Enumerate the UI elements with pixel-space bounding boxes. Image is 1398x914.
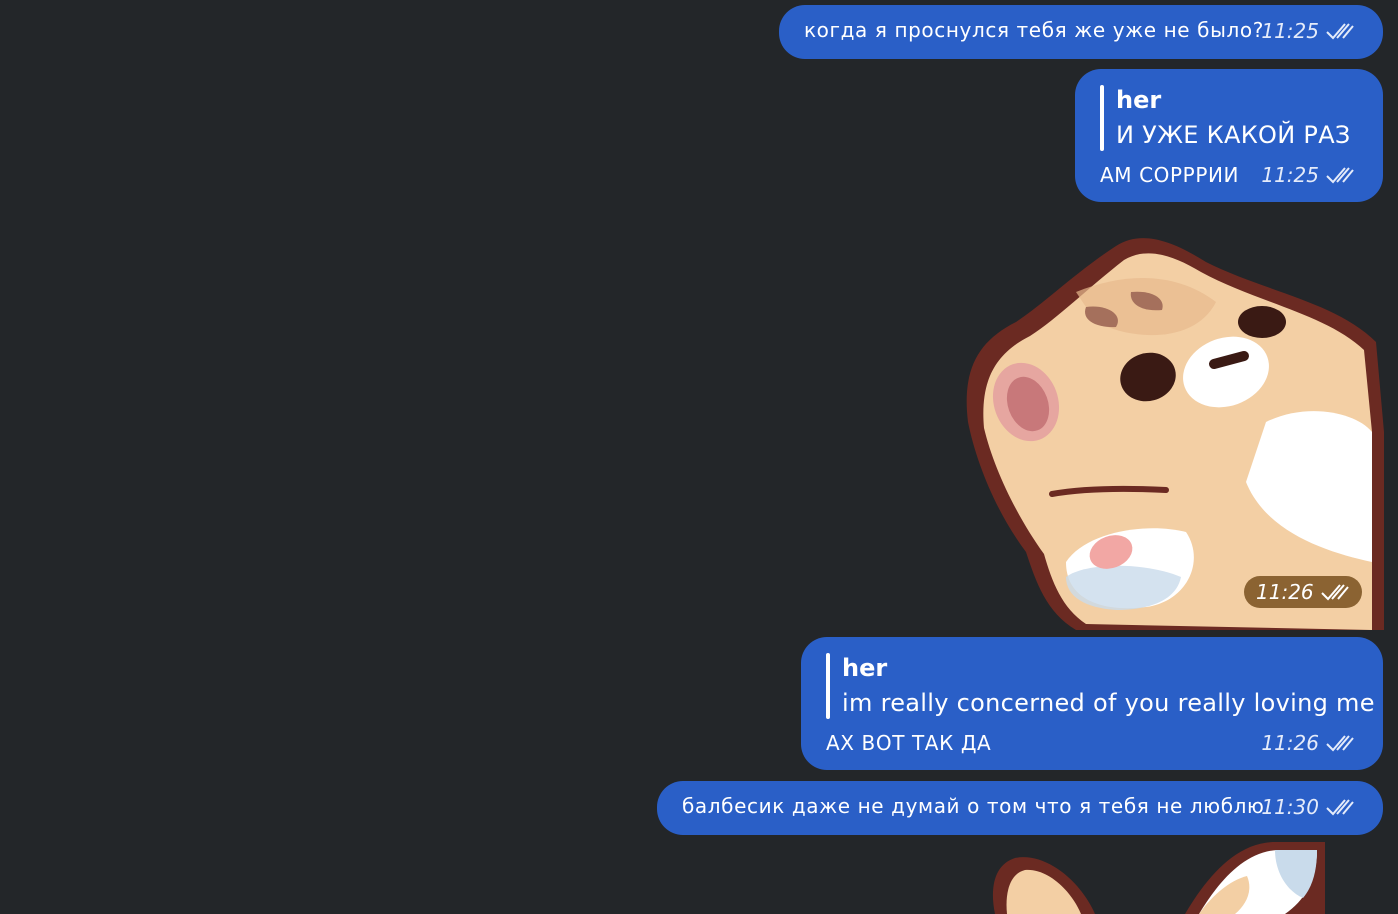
outgoing-message[interactable]: her И УЖЕ КАКОЙ РАЗ АМ СОРРРИИ 11:25 (1075, 69, 1383, 202)
message-meta: 11:25 (1261, 19, 1355, 43)
double-check-icon (1325, 165, 1355, 185)
chat-history: когда я проснулся тебя же уже не было? 1… (0, 0, 1398, 914)
outgoing-message[interactable]: her im really concerned of you really lo… (801, 637, 1383, 770)
double-check-icon (1320, 582, 1350, 602)
message-time: 11:30 (1261, 795, 1319, 819)
double-check-icon (1325, 21, 1355, 41)
reply-bar (1100, 85, 1104, 151)
reply-bar (826, 653, 830, 719)
message-meta: 11:26 (1244, 576, 1362, 608)
cat-sticker[interactable] (985, 840, 1335, 914)
outgoing-message[interactable]: когда я проснулся тебя же уже не было? 1… (779, 5, 1383, 59)
reply-author: her (1116, 86, 1162, 114)
message-meta: 11:30 (1261, 795, 1355, 819)
double-check-icon (1325, 797, 1355, 817)
message-text: АМ СОРРРИИ (1100, 163, 1240, 187)
outgoing-message[interactable]: балбесик даже не думай о том что я тебя … (657, 781, 1383, 835)
double-check-icon (1325, 733, 1355, 753)
message-time: 11:26 (1261, 731, 1319, 755)
reply-author: her (842, 654, 888, 682)
message-meta: 11:25 (1261, 163, 1355, 187)
message-text: когда я проснулся тебя же уже не было? (804, 18, 1264, 42)
cat-sticker-image (966, 238, 1384, 630)
message-time: 11:26 (1256, 580, 1314, 604)
cat-sticker[interactable]: 11:26 (966, 232, 1386, 630)
message-text: балбесик даже не думай о том что я тебя … (682, 794, 1265, 818)
cat-sticker-image (992, 842, 1325, 914)
message-time: 11:25 (1261, 163, 1319, 187)
reply-text: И УЖЕ КАКОЙ РАЗ (1116, 121, 1351, 149)
message-text: АХ ВОТ ТАК ДА (826, 731, 992, 755)
message-time: 11:25 (1261, 19, 1319, 43)
reply-text: im really concerned of you really loving… (842, 689, 1375, 717)
message-meta: 11:26 (1261, 731, 1355, 755)
